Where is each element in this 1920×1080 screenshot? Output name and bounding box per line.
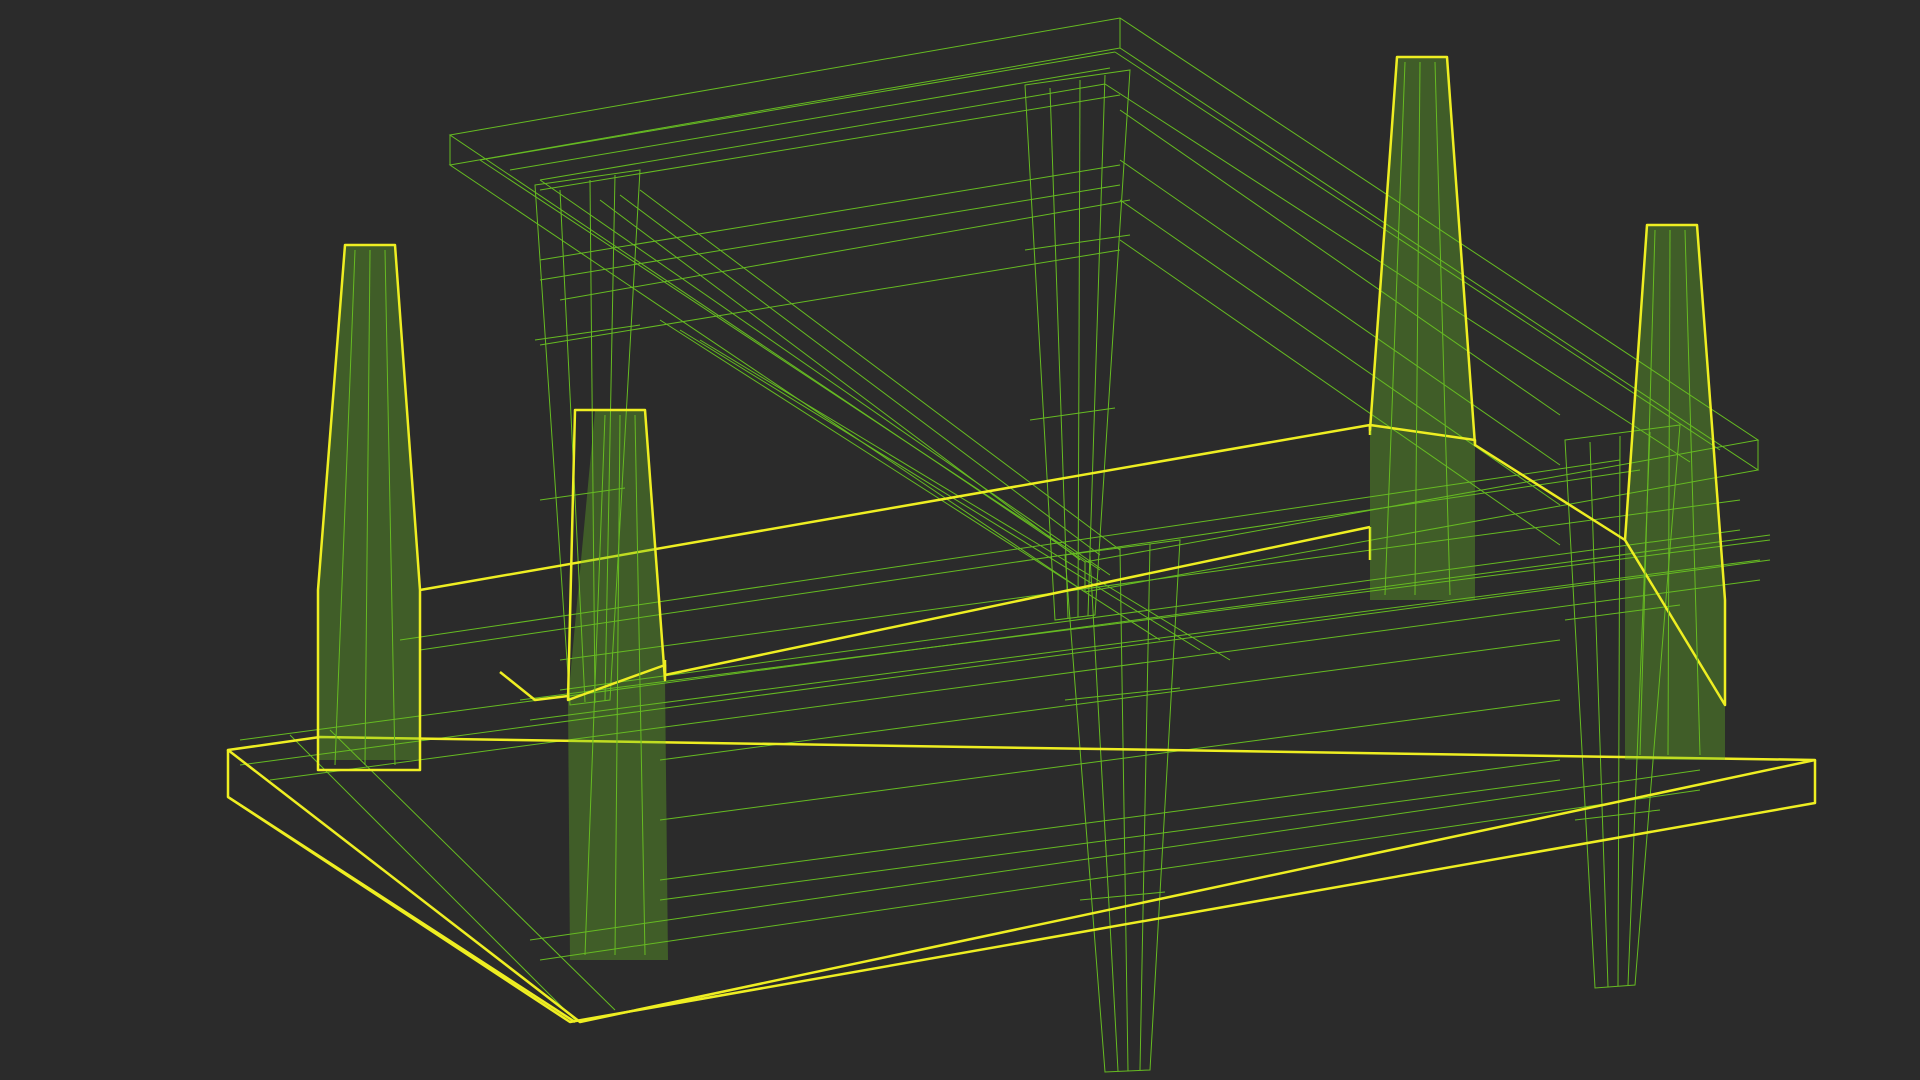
selected-table-leg-back-left[interactable] [316,243,422,772]
wireframe-scene[interactable] [0,0,1920,1080]
selected-table-top[interactable] [226,735,1817,1024]
selected-table-leg-front-left[interactable] [566,408,668,960]
selected-table-leg-front-right[interactable] [1623,223,1727,760]
selected-table[interactable] [226,55,1817,1024]
selected-table-leg-back-right[interactable] [1368,55,1477,600]
3d-viewport[interactable] [0,0,1920,1080]
